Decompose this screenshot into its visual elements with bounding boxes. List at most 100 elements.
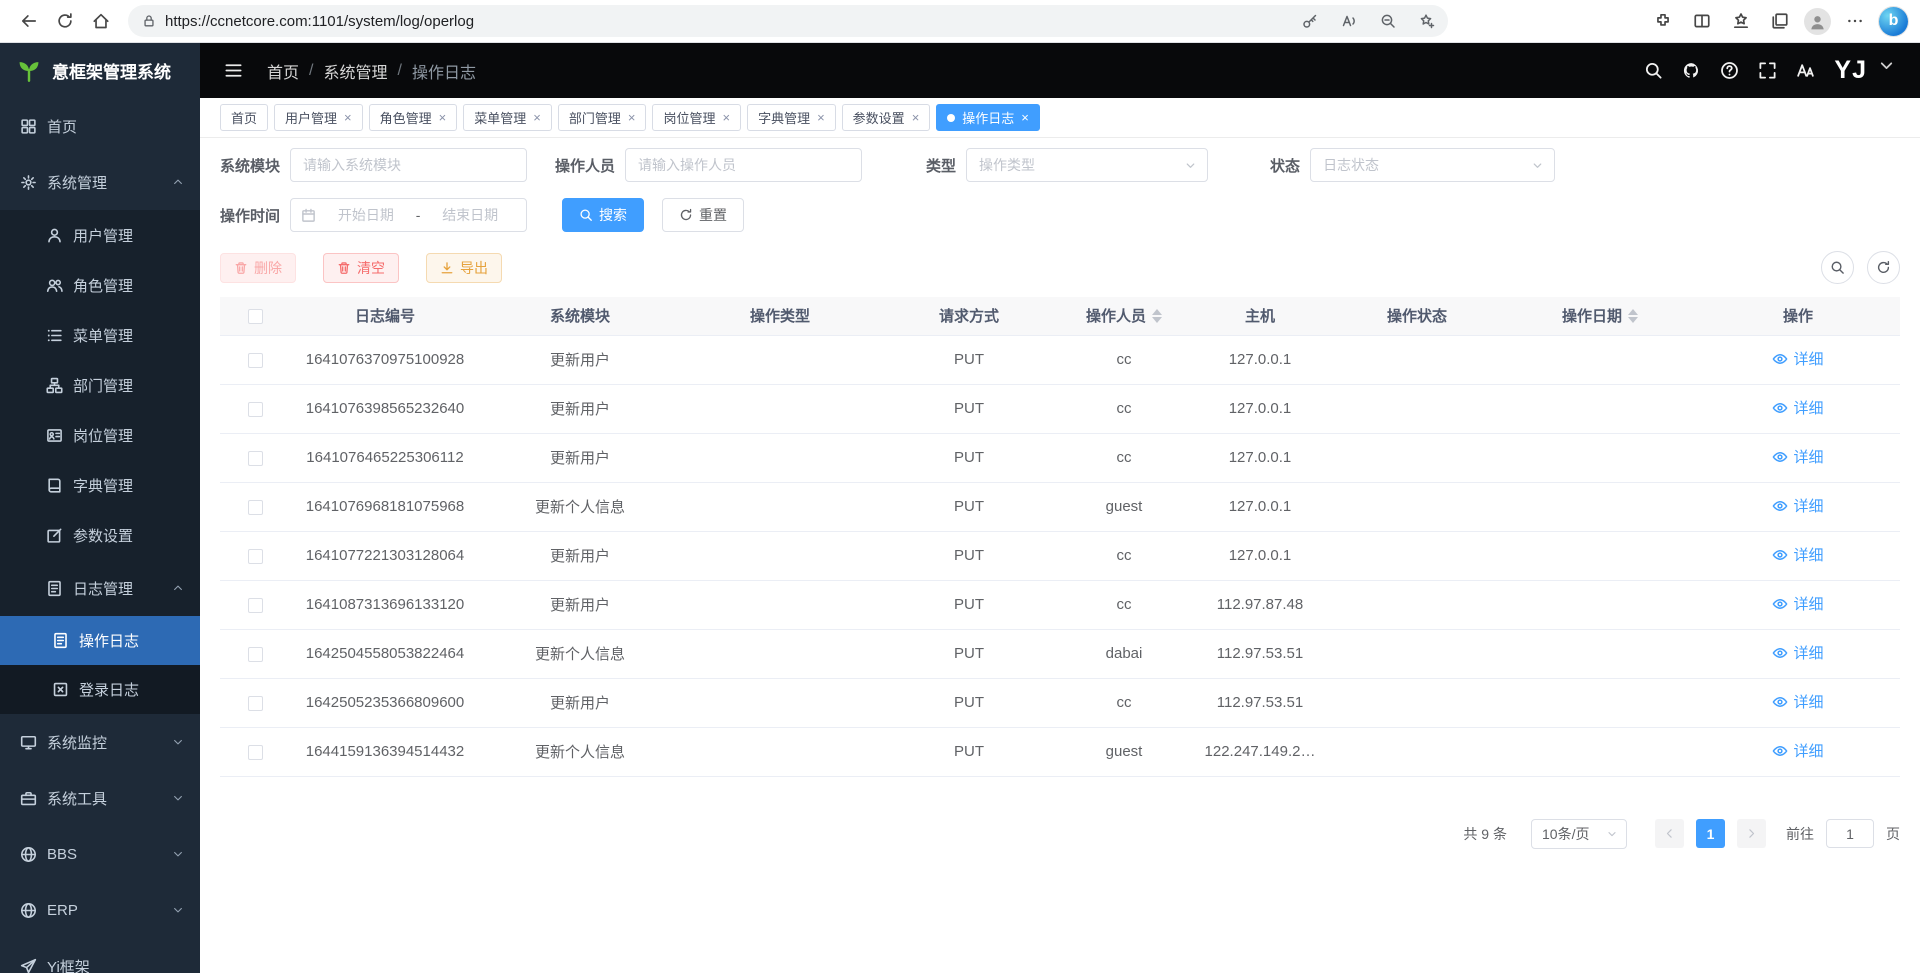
detail-link[interactable]: 详细 <box>1772 348 1823 369</box>
tab-post-mgmt[interactable]: 岗位管理× <box>652 104 741 131</box>
type-filter-select[interactable]: 操作类型 <box>966 148 1208 182</box>
sort-carets-icon[interactable] <box>1628 309 1638 323</box>
prev-page-button[interactable] <box>1655 819 1684 848</box>
module-filter-input[interactable] <box>290 148 527 182</box>
sidebar-item-yi-framework[interactable]: Yi框架 <box>0 938 200 973</box>
close-icon[interactable]: × <box>533 111 541 124</box>
tab-oper-log[interactable]: 操作日志× <box>936 104 1040 131</box>
browser-menu-button[interactable] <box>1840 6 1870 36</box>
operator-filter-input[interactable] <box>625 148 862 182</box>
close-icon[interactable]: × <box>1021 111 1029 124</box>
row-checkbox[interactable] <box>248 549 263 564</box>
extensions-button[interactable] <box>1648 6 1678 36</box>
zoom-out-button[interactable] <box>1373 8 1403 34</box>
sidebar-item-oper-log[interactable]: 操作日志 <box>0 616 200 665</box>
sidebar-item-login-log[interactable]: 登录日志 <box>0 665 200 714</box>
op-type-cell <box>680 335 880 384</box>
sort-carets-icon[interactable] <box>1152 309 1162 323</box>
sidebar-item-post-mgmt[interactable]: 岗位管理 <box>0 410 200 460</box>
browser-home-button[interactable] <box>84 4 118 38</box>
read-aloud-button[interactable] <box>1334 8 1364 34</box>
help-icon[interactable] <box>1720 61 1739 80</box>
github-icon[interactable] <box>1682 61 1701 80</box>
user-caret-icon[interactable] <box>1877 56 1896 75</box>
tab-dict-mgmt[interactable]: 字典管理× <box>747 104 836 131</box>
row-checkbox[interactable] <box>248 696 263 711</box>
row-checkbox[interactable] <box>248 451 263 466</box>
select-all-checkbox[interactable] <box>248 309 263 324</box>
row-checkbox[interactable] <box>248 500 263 515</box>
sidebar-item-log-mgmt[interactable]: 日志管理 <box>0 560 200 616</box>
back-button[interactable] <box>12 4 46 38</box>
status-filter-select[interactable]: 日志状态 <box>1310 148 1555 182</box>
reset-button[interactable]: 重置 <box>662 198 744 232</box>
page-size-select[interactable]: 10条/页 <box>1531 819 1627 849</box>
row-checkbox[interactable] <box>248 745 263 760</box>
tab-role-mgmt[interactable]: 角色管理× <box>369 104 458 131</box>
tab-user-mgmt[interactable]: 用户管理× <box>274 104 363 131</box>
close-icon[interactable]: × <box>912 111 920 124</box>
detail-link[interactable]: 详细 <box>1772 593 1823 614</box>
sidebar-item-param-settings[interactable]: 参数设置 <box>0 510 200 560</box>
close-icon[interactable]: × <box>439 111 447 124</box>
detail-link[interactable]: 详细 <box>1772 691 1823 712</box>
detail-link[interactable]: 详细 <box>1772 495 1823 516</box>
tab-home[interactable]: 首页 <box>220 104 268 131</box>
sidebar-item-dict-mgmt[interactable]: 字典管理 <box>0 460 200 510</box>
sidebar-item-home[interactable]: 首页 <box>0 98 200 154</box>
close-icon[interactable]: × <box>817 111 825 124</box>
goto-page-input[interactable] <box>1826 819 1874 848</box>
date-range-picker[interactable]: 开始日期 - 结束日期 <box>290 198 527 232</box>
toggle-search-button[interactable] <box>1821 251 1854 284</box>
favorites-button[interactable] <box>1726 6 1756 36</box>
close-icon[interactable]: × <box>628 111 636 124</box>
row-checkbox[interactable] <box>248 402 263 417</box>
detail-link[interactable]: 详细 <box>1772 397 1823 418</box>
add-favorite-button[interactable] <box>1412 8 1442 34</box>
sidebar-item-sys-monitor[interactable]: 系统监控 <box>0 714 200 770</box>
fullscreen-icon[interactable] <box>1758 61 1777 80</box>
sidebar-item-system-mgmt[interactable]: 系统管理 <box>0 154 200 210</box>
close-icon[interactable]: × <box>722 111 730 124</box>
collections-button[interactable] <box>1765 6 1795 36</box>
export-button[interactable]: 导出 <box>426 253 502 283</box>
header-search-icon[interactable] <box>1644 61 1663 80</box>
search-button[interactable]: 搜索 <box>562 198 644 232</box>
page-number-button[interactable]: 1 <box>1696 819 1725 848</box>
sidebar-item-erp[interactable]: ERP <box>0 882 200 938</box>
col-date-sortable[interactable]: 操作日期 <box>1504 297 1696 335</box>
detail-link[interactable]: 详细 <box>1772 740 1823 761</box>
split-screen-button[interactable] <box>1687 6 1717 36</box>
password-key-button[interactable] <box>1295 8 1325 34</box>
breadcrumb-home[interactable]: 首页 <box>267 59 299 83</box>
reload-button[interactable] <box>48 4 82 38</box>
detail-link[interactable]: 详细 <box>1772 544 1823 565</box>
tab-menu-mgmt[interactable]: 菜单管理× <box>463 104 552 131</box>
next-page-button[interactable] <box>1737 819 1766 848</box>
sidebar-item-bbs[interactable]: BBS <box>0 826 200 882</box>
col-operator-sortable[interactable]: 操作人员 <box>1058 297 1190 335</box>
profile-avatar[interactable] <box>1804 8 1831 35</box>
sidebar-item-sys-tools[interactable]: 系统工具 <box>0 770 200 826</box>
tab-dept-mgmt[interactable]: 部门管理× <box>558 104 647 131</box>
detail-link[interactable]: 详细 <box>1772 642 1823 663</box>
address-bar[interactable]: https://ccnetcore.com:1101/system/log/op… <box>128 5 1448 37</box>
user-avatar-logo[interactable]: YJ <box>1834 56 1867 85</box>
sidebar-item-menu-mgmt[interactable]: 菜单管理 <box>0 310 200 360</box>
tab-param-settings[interactable]: 参数设置× <box>842 104 931 131</box>
clear-button[interactable]: 清空 <box>323 253 399 283</box>
sidebar-toggle-icon[interactable] <box>224 61 243 80</box>
font-size-icon[interactable] <box>1796 61 1815 80</box>
sidebar-item-user-mgmt[interactable]: 用户管理 <box>0 210 200 260</box>
row-checkbox[interactable] <box>248 647 263 662</box>
row-checkbox[interactable] <box>248 598 263 613</box>
sidebar-item-role-mgmt[interactable]: 角色管理 <box>0 260 200 310</box>
delete-button[interactable]: 删除 <box>220 253 296 283</box>
breadcrumb-system-mgmt[interactable]: 系统管理 <box>323 59 387 83</box>
row-checkbox[interactable] <box>248 353 263 368</box>
detail-link[interactable]: 详细 <box>1772 446 1823 467</box>
sidebar-item-dept-mgmt[interactable]: 部门管理 <box>0 360 200 410</box>
refresh-table-button[interactable] <box>1867 251 1900 284</box>
bing-chat-button[interactable]: b <box>1879 7 1908 36</box>
close-icon[interactable]: × <box>344 111 352 124</box>
